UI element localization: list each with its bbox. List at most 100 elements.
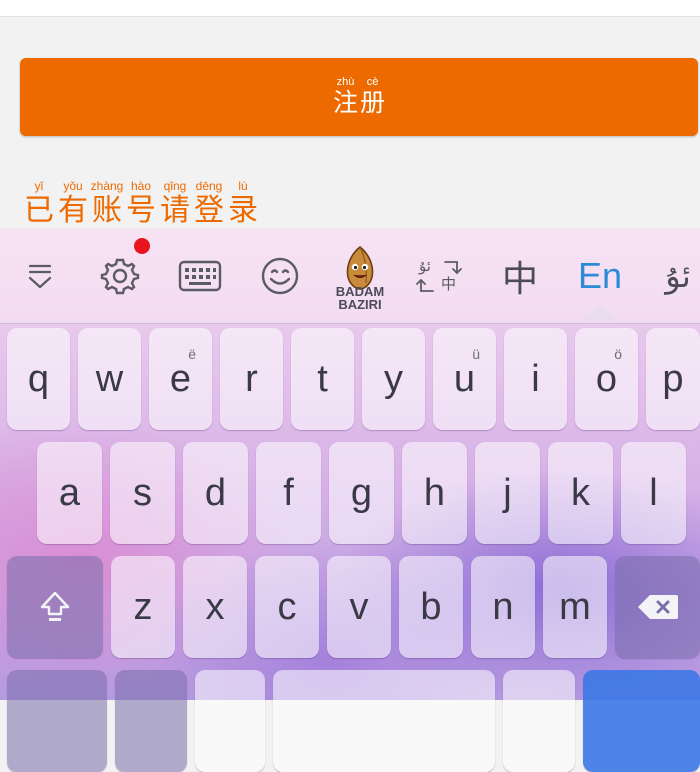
comma-key[interactable]: [195, 670, 265, 772]
key-t[interactable]: t: [291, 328, 354, 430]
ruby-char: zhàng 账: [90, 179, 124, 229]
key-d[interactable]: d: [183, 442, 248, 544]
ruby-char: dēng 登: [192, 179, 226, 229]
key-m[interactable]: m: [543, 556, 607, 658]
key-c[interactable]: c: [255, 556, 319, 658]
shift-arrow-icon: [40, 591, 70, 621]
language-switch-icon[interactable]: ئۇ 中: [414, 246, 464, 306]
ruby-char: zhù 注: [333, 76, 358, 118]
key-label: k: [571, 471, 590, 514]
key-label: n: [492, 585, 514, 628]
key-label: h: [423, 471, 446, 514]
key-g[interactable]: g: [329, 442, 394, 544]
hanzi: 登: [194, 193, 224, 228]
key-p[interactable]: p: [646, 328, 700, 430]
hanzi: 已: [24, 193, 54, 228]
uyghur-mode-button[interactable]: ئۇ: [656, 246, 700, 306]
register-button-text: zhù 注 cè 册: [333, 76, 385, 118]
hanzi: 注: [332, 88, 358, 117]
ruby-char: lù 录: [226, 179, 260, 229]
key-label: i: [531, 357, 540, 400]
english-mode-button[interactable]: En: [576, 246, 624, 306]
key-b[interactable]: b: [399, 556, 463, 658]
switch-label-left: ئۇ: [418, 257, 431, 275]
hanzi: 录: [228, 193, 258, 228]
emoji-smiley-icon[interactable]: [256, 246, 304, 306]
key-label: q: [27, 357, 50, 400]
keyboard-layout-icon[interactable]: [176, 246, 224, 306]
key-h[interactable]: h: [402, 442, 467, 544]
top-bar: [0, 0, 700, 17]
ruby-char: yǐ 已: [22, 179, 56, 229]
key-f[interactable]: f: [256, 442, 321, 544]
key-alt-label: ü: [472, 346, 480, 362]
key-label: v: [349, 585, 369, 628]
key-label: w: [95, 357, 124, 400]
pinyin: zhàng: [90, 179, 124, 193]
key-label: o: [595, 357, 618, 400]
key-label: m: [559, 585, 591, 628]
pinyin: yǒu: [63, 179, 83, 193]
pinyin: hào: [130, 179, 152, 193]
ruby-char: hào 号: [124, 179, 158, 229]
settings-gear-icon[interactable]: [96, 246, 144, 306]
key-i[interactable]: i: [504, 328, 567, 430]
hanzi: 号: [126, 193, 156, 228]
badam-logo-text: BADAM BAZIRI: [326, 285, 394, 311]
key-j[interactable]: j: [475, 442, 540, 544]
key-s[interactable]: s: [110, 442, 175, 544]
key-o[interactable]: öo: [575, 328, 638, 430]
key-z[interactable]: z: [111, 556, 175, 658]
shift-key[interactable]: [7, 556, 103, 658]
key-alt-label: ë: [188, 346, 196, 362]
collapse-keyboard-icon[interactable]: [20, 246, 60, 306]
chinese-mode-button[interactable]: 中: [496, 246, 544, 306]
period-key[interactable]: [503, 670, 575, 772]
key-label: y: [384, 357, 403, 400]
register-button[interactable]: zhù 注 cè 册: [20, 58, 698, 136]
active-mode-indicator: [577, 304, 623, 323]
key-x[interactable]: x: [183, 556, 247, 658]
hanzi: 请: [160, 193, 190, 228]
key-u[interactable]: üu: [433, 328, 496, 430]
pinyin: zhù: [336, 76, 355, 88]
keyboard-toolbar: BADAM BAZIRI ئۇ 中 中 En ئۇ: [0, 228, 700, 324]
pinyin: dēng: [195, 179, 223, 193]
key-label: f: [283, 471, 294, 514]
login-link[interactable]: yǐ 已 yǒu 有 zhàng 账 hào 号 qǐng 请 dēng 登 lù 录: [22, 179, 260, 229]
key-w[interactable]: w: [78, 328, 141, 430]
key-label: z: [133, 585, 153, 628]
pinyin: cè: [366, 76, 379, 88]
ruby-char: qǐng 请: [158, 179, 192, 229]
key-a[interactable]: a: [37, 442, 102, 544]
hanzi: 册: [360, 88, 386, 117]
key-y[interactable]: y: [362, 328, 425, 430]
pinyin: lù: [238, 179, 248, 193]
key-label: u: [453, 357, 476, 400]
key-k[interactable]: k: [548, 442, 613, 544]
soft-keyboard: BADAM BAZIRI ئۇ 中 中 En ئۇ q w ëe r t y üu …: [0, 228, 700, 772]
key-n[interactable]: n: [471, 556, 535, 658]
space-key[interactable]: [273, 670, 495, 772]
hanzi: 有: [58, 193, 88, 228]
key-q[interactable]: q: [7, 328, 70, 430]
switch-label-right: 中: [441, 275, 456, 293]
key-label: g: [350, 471, 373, 514]
backspace-icon: [637, 595, 678, 619]
key-e[interactable]: ëe: [149, 328, 212, 430]
key-label: d: [204, 471, 227, 514]
ruby-char: cè 册: [360, 76, 385, 118]
key-v[interactable]: v: [327, 556, 391, 658]
key-r[interactable]: r: [220, 328, 283, 430]
backspace-key[interactable]: [615, 556, 700, 658]
key-label: s: [133, 471, 152, 514]
pinyin: qǐng: [163, 179, 187, 193]
key-label: p: [662, 357, 684, 400]
emoji-mode-key[interactable]: [115, 670, 187, 772]
ruby-char: yǒu 有: [56, 179, 90, 229]
hanzi: 账: [92, 193, 122, 228]
key-label: r: [245, 357, 258, 400]
enter-key[interactable]: [583, 670, 700, 772]
number-mode-key[interactable]: [7, 670, 107, 772]
key-l[interactable]: l: [621, 442, 686, 544]
